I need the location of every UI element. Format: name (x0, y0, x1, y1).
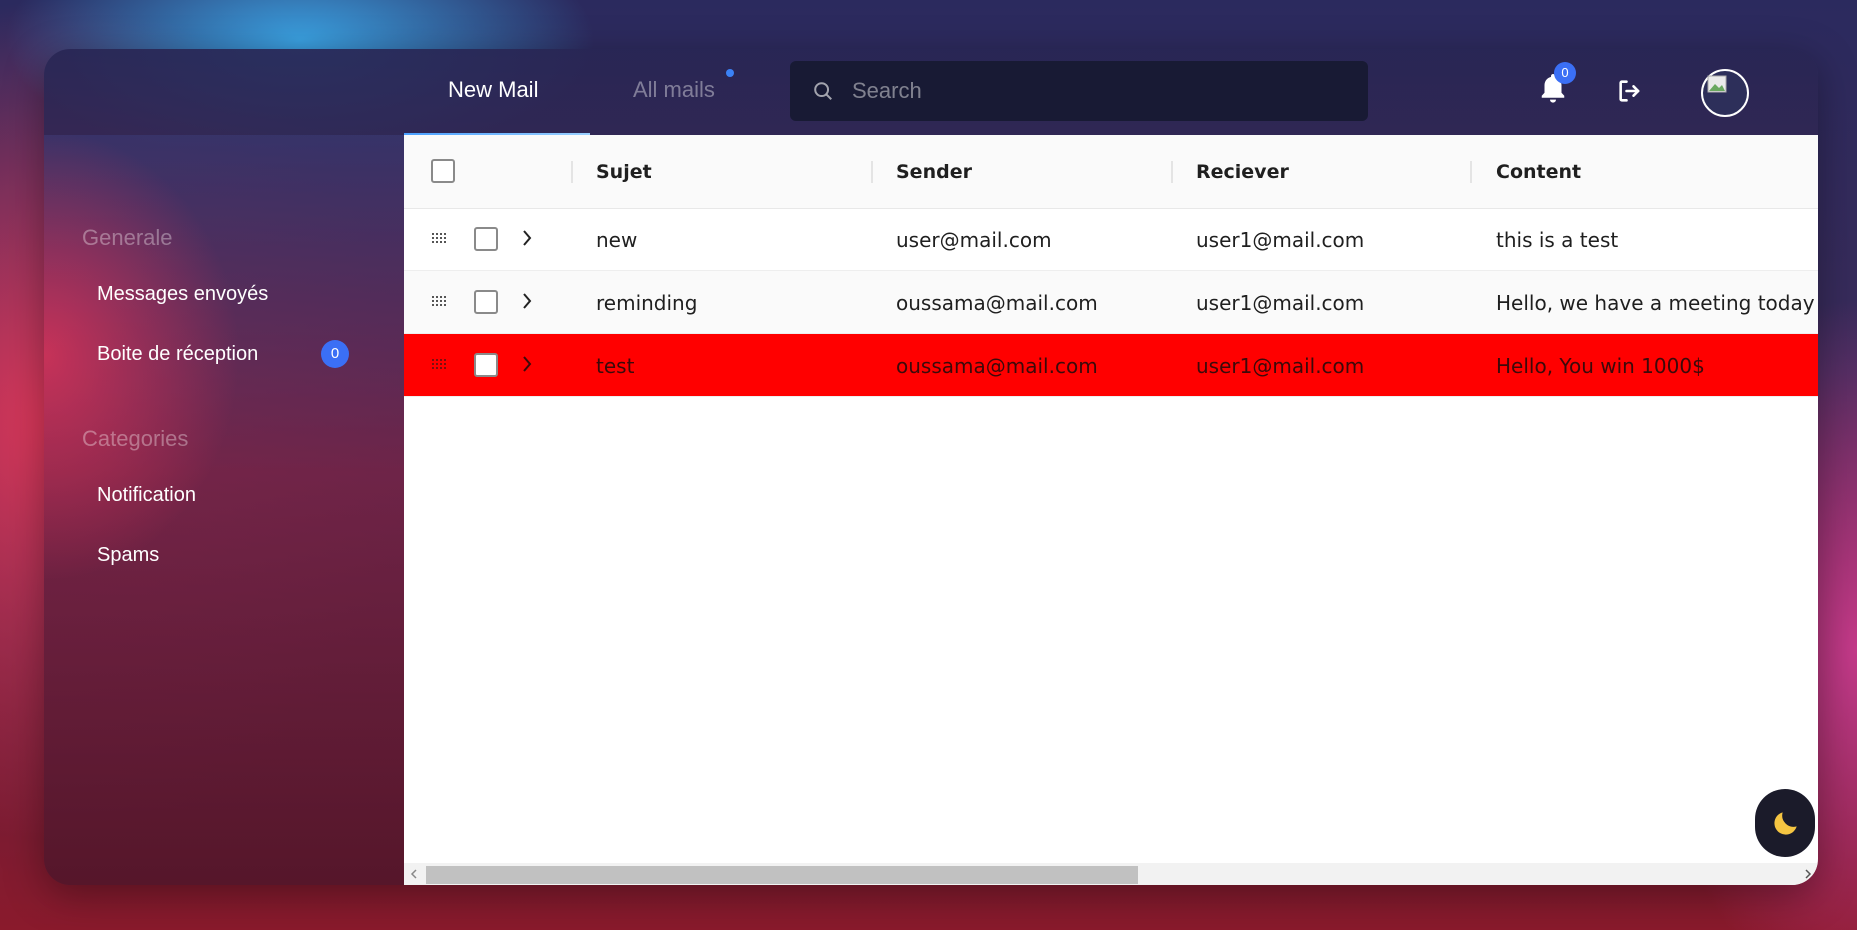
unread-dot (726, 69, 734, 77)
chevron-right-icon[interactable] (521, 291, 533, 316)
sidebar-item-notification[interactable]: Notification (97, 484, 196, 507)
table-row[interactable]: new user@mail.com user1@mail.com this is… (404, 208, 1818, 271)
cell-content: this is a test (1496, 228, 1619, 252)
column-header-reciever[interactable]: Reciever (1196, 161, 1289, 183)
horizontal-scrollbar[interactable] (404, 863, 1818, 885)
table-row[interactable]: reminding oussama@mail.com user1@mail.co… (404, 271, 1818, 334)
cell-content: Hello, we have a meeting today a (1496, 291, 1818, 315)
drag-handle-icon[interactable] (432, 357, 448, 375)
cell-sender: oussama@mail.com (896, 354, 1098, 378)
scroll-left-icon[interactable] (410, 867, 418, 885)
row-checkbox[interactable] (474, 353, 498, 377)
logout-icon[interactable] (1616, 77, 1644, 110)
row-checkbox[interactable] (474, 227, 498, 251)
column-separator (1171, 161, 1173, 183)
drag-handle-icon[interactable] (432, 294, 448, 312)
select-all-checkbox[interactable] (431, 159, 455, 183)
table-header: Sujet Sender Reciever Content (404, 135, 1818, 209)
table-row-highlighted[interactable]: test oussama@mail.com user1@mail.com Hel… (404, 334, 1818, 397)
scrollbar-thumb[interactable] (426, 866, 1138, 884)
row-checkbox[interactable] (474, 290, 498, 314)
sidebar-item-messages-envoyes[interactable]: Messages envoyés (97, 283, 268, 306)
search-input[interactable] (850, 77, 1354, 105)
moon-icon (1770, 807, 1802, 844)
sidebar: Generale Messages envoyés Boite de récep… (44, 135, 404, 885)
sidebar-section-categories: Categories (82, 426, 189, 451)
cell-sender: user@mail.com (896, 228, 1052, 252)
cell-sujet: new (596, 228, 638, 252)
sidebar-item-spams[interactable]: Spams (97, 544, 159, 567)
sidebar-item-boite-de-reception[interactable]: Boite de réception (97, 343, 258, 366)
column-separator (871, 161, 873, 183)
cell-reciever: user1@mail.com (1196, 354, 1365, 378)
cell-content: Hello, You win 1000$ (1496, 354, 1705, 378)
chevron-right-icon[interactable] (521, 228, 533, 253)
column-header-sender[interactable]: Sender (896, 161, 972, 183)
chevron-right-icon[interactable] (521, 354, 533, 379)
inbox-count-badge: 0 (321, 340, 349, 368)
column-separator (1470, 161, 1472, 183)
search-box[interactable] (790, 61, 1368, 121)
cell-reciever: user1@mail.com (1196, 291, 1365, 315)
column-separator (571, 161, 573, 183)
drag-handle-icon[interactable] (432, 231, 448, 249)
search-icon (812, 80, 834, 102)
top-bar: New Mail All mails 0 (44, 49, 1818, 136)
mail-table: Sujet Sender Reciever Content new user@m… (404, 135, 1818, 885)
tab-all-mails[interactable]: All mails (633, 77, 715, 103)
cell-reciever: user1@mail.com (1196, 228, 1365, 252)
app-window: New Mail All mails 0 (44, 49, 1818, 885)
scroll-right-icon[interactable] (1804, 867, 1812, 885)
cell-sender: oussama@mail.com (896, 291, 1098, 315)
tab-new-mail[interactable]: New Mail (448, 77, 538, 103)
column-header-sujet[interactable]: Sujet (596, 161, 652, 183)
sidebar-section-generale: Generale (82, 225, 173, 250)
avatar[interactable] (1701, 69, 1749, 117)
cell-sujet: test (596, 354, 635, 378)
column-header-content[interactable]: Content (1496, 161, 1581, 183)
cell-sujet: reminding (596, 291, 698, 315)
notification-count-badge: 0 (1554, 62, 1576, 84)
theme-toggle-button[interactable] (1755, 789, 1815, 857)
